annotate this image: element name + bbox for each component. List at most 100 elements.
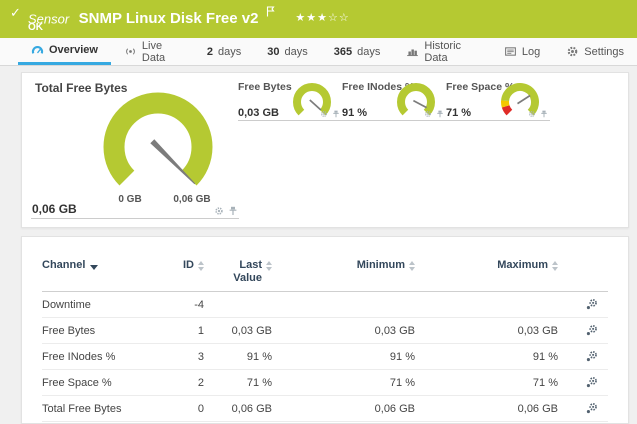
status-ok-check-icon: ✓ — [10, 5, 21, 20]
channel-settings-icon[interactable] — [558, 324, 608, 337]
divider — [31, 218, 239, 219]
tab-label: days — [357, 45, 381, 58]
tab-overview[interactable]: Overview — [18, 38, 111, 65]
tab-historic-data[interactable]: Historic Data — [393, 38, 491, 65]
tab-2-days[interactable]: 2 days — [194, 38, 254, 65]
tab-label-number: 30 — [267, 45, 280, 58]
tab-settings[interactable]: Settings — [553, 38, 637, 65]
main-gauge-value: 0,06 GB — [32, 202, 77, 216]
mini-gauge-value: 71 % — [446, 107, 472, 119]
tab-label-number: 365 — [333, 45, 353, 58]
column-header-minimum[interactable]: Minimum — [272, 259, 415, 272]
gauge-actions — [320, 110, 340, 118]
column-header-id[interactable]: ID — [154, 259, 204, 272]
mini-gauge-free-space: Free Space % 71 % — [446, 79, 550, 149]
gauge-actions — [214, 206, 238, 216]
pin-icon[interactable] — [436, 110, 444, 118]
gauge-actions — [424, 110, 444, 118]
gear-icon[interactable] — [528, 110, 536, 118]
gauge-needle — [517, 94, 531, 105]
tab-label: days — [284, 45, 308, 58]
divider — [446, 120, 550, 121]
tab-label-number: 2 — [206, 45, 214, 58]
channel-id: 0 — [197, 402, 204, 415]
gauge-scale-min: 0 GB — [118, 194, 142, 205]
channel-maximum: 0,06 GB — [517, 402, 558, 415]
live-data-icon — [124, 45, 137, 58]
channel-id: -4 — [194, 298, 204, 311]
channel-name: Free Bytes — [42, 324, 96, 337]
channel-settings-icon[interactable] — [558, 402, 608, 415]
divider — [238, 120, 342, 121]
gauge-needle — [309, 99, 322, 111]
column-header-maximum[interactable]: Maximum — [415, 259, 558, 272]
pin-icon[interactable] — [332, 110, 340, 118]
mini-gauge-free-bytes: Free Bytes 0,03 GB — [238, 79, 342, 149]
channel-minimum: 0,03 GB — [374, 324, 415, 337]
sensor-title: SNMP Linux Disk Free v2 — [78, 10, 259, 28]
sensor-header: ✓ Sensor SNMP Linux Disk Free v2 ★★★☆☆ O… — [0, 0, 637, 38]
table-row-downtime[interactable]: Downtime -4 — [42, 292, 608, 318]
channel-last-value: 0,03 GB — [231, 324, 272, 337]
channel-settings-icon[interactable] — [558, 298, 608, 311]
table-row-free-bytes[interactable]: Free Bytes 1 0,03 GB 0,03 GB 0,03 GB — [42, 318, 608, 344]
channel-minimum: 71 % — [389, 376, 415, 389]
gauges-panel: Total Free Bytes 0 GB 0,06 GB 0,06 GB Fr… — [21, 72, 629, 228]
priority-flag-icon[interactable] — [266, 4, 275, 22]
table-row-free-inodes[interactable]: Free INodes % 3 91 % 91 % 91 % — [42, 344, 608, 370]
log-list-icon — [504, 45, 517, 58]
gear-icon[interactable] — [214, 206, 224, 216]
tab-30-days[interactable]: 30 days — [254, 38, 321, 65]
sort-desc-icon — [90, 265, 99, 270]
gear-icon[interactable] — [320, 110, 328, 118]
channel-last-value: 0,06 GB — [231, 402, 272, 415]
channel-name: Free INodes % — [42, 350, 116, 363]
tab-label: Settings — [584, 45, 624, 58]
settings-gear-icon — [566, 45, 579, 58]
bar-chart-icon — [406, 45, 419, 58]
channel-id: 2 — [197, 376, 204, 389]
channel-maximum: 0,03 GB — [517, 324, 558, 337]
tab-label: Live Data — [141, 39, 166, 64]
channel-name: Free Space % — [42, 376, 112, 389]
column-header-last-value[interactable]: Last Value — [204, 259, 272, 285]
tab-365-days[interactable]: 365 days — [321, 38, 394, 65]
channel-last-value: 91 % — [246, 350, 272, 363]
mini-gauge-label: Free Bytes — [238, 81, 292, 93]
channel-name: Total Free Bytes — [42, 402, 122, 415]
table-row-total-free-bytes[interactable]: Total Free Bytes 0 0,06 GB 0,06 GB 0,06 … — [42, 396, 608, 422]
channels-panel: Channel ID Last Value Minimum Maximum Do… — [21, 236, 629, 424]
mini-gauge-value: 91 % — [342, 107, 368, 119]
gauge-icon — [31, 44, 44, 57]
tab-live-data[interactable]: Live Data — [111, 38, 194, 65]
gear-icon[interactable] — [424, 110, 432, 118]
stars-empty[interactable]: ☆☆ — [328, 12, 350, 24]
table-row-free-space[interactable]: Free Space % 2 71 % 71 % 71 % — [42, 370, 608, 396]
sensor-title-line: Sensor SNMP Linux Disk Free v2 ★★★☆☆ — [28, 4, 350, 28]
channel-settings-icon[interactable] — [558, 376, 608, 389]
mini-gauge-free-inodes: Free INodes % 91 % — [342, 79, 446, 149]
channel-minimum: 91 % — [389, 350, 415, 363]
sort-icon — [552, 261, 558, 271]
prtg-sensor-page: ✓ Sensor SNMP Linux Disk Free v2 ★★★☆☆ O… — [0, 0, 637, 424]
tab-log[interactable]: Log — [491, 38, 553, 65]
channel-settings-icon[interactable] — [558, 350, 608, 363]
channel-name: Downtime — [42, 298, 91, 311]
stars-filled[interactable]: ★★★ — [295, 12, 328, 24]
priority-stars[interactable]: ★★★☆☆ — [295, 12, 349, 24]
mini-gauge-value: 0,03 GB — [238, 107, 279, 119]
channel-table-header: Channel ID Last Value Minimum Maximum — [42, 237, 608, 292]
gauge-needle — [413, 99, 427, 109]
channel-maximum: 71 % — [532, 376, 558, 389]
sensor-status-text: OK — [28, 22, 43, 33]
channel-last-value: 71 % — [246, 376, 272, 389]
divider — [342, 120, 446, 121]
pin-icon[interactable] — [540, 110, 548, 118]
channel-id: 3 — [197, 350, 204, 363]
tab-label: Historic Data — [424, 39, 462, 64]
channel-id: 1 — [197, 324, 204, 337]
pin-icon[interactable] — [228, 206, 238, 216]
tab-label: Log — [521, 45, 541, 58]
gauge-actions — [528, 110, 548, 118]
column-header-channel[interactable]: Channel — [42, 259, 154, 272]
